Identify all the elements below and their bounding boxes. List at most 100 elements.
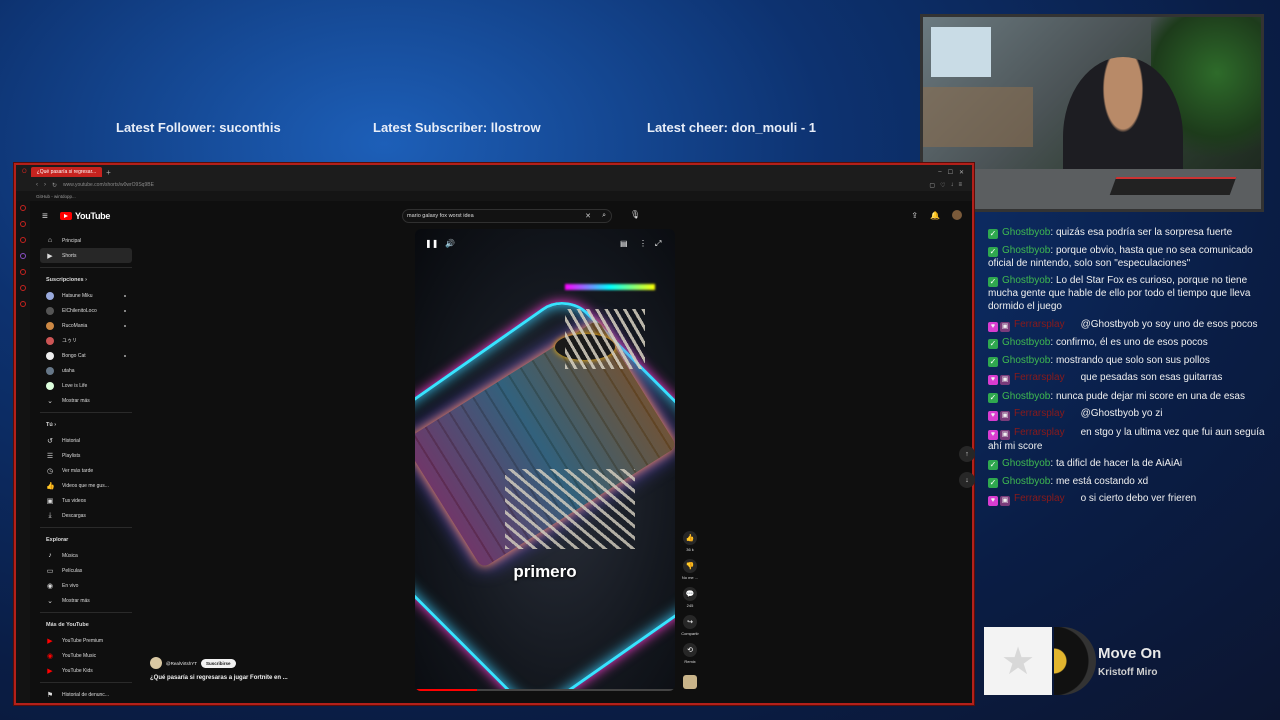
rail-icon[interactable] bbox=[20, 285, 26, 291]
sidebar-item-historial[interactable]: ↺ Historial bbox=[40, 433, 132, 448]
comments-button[interactable]: 💬 bbox=[683, 587, 697, 601]
extension-icon[interactable]: ▢ bbox=[929, 182, 935, 189]
forward-icon[interactable]: › bbox=[44, 182, 46, 188]
sidebar-item-principal[interactable]: ⌂ Principal bbox=[40, 233, 132, 248]
captions-icon[interactable]: ▤ bbox=[620, 239, 628, 248]
volume-icon[interactable]: 🔊 bbox=[445, 239, 455, 248]
chat-username[interactable]: Ghostbyob bbox=[1002, 245, 1050, 256]
sidebar-item-liked[interactable]: 👍 Videos que me gus... bbox=[40, 478, 132, 493]
chat-username[interactable]: Ferrarsplay bbox=[1014, 408, 1065, 419]
sidebar-channel[interactable]: ユゥリ bbox=[40, 333, 132, 348]
search-icon[interactable]: ⌕ bbox=[602, 212, 606, 220]
chat-text: confirmo, él es uno de esos pocos bbox=[1055, 337, 1208, 348]
rail-icon[interactable] bbox=[20, 205, 26, 211]
short-video-player[interactable]: ❚❚ 🔊 ▤ ⋮ ⤢ primero bbox=[415, 229, 675, 691]
chat-username[interactable]: Ferrarsplay bbox=[1014, 427, 1065, 438]
sidebar-channel[interactable]: Hatsune Miku bbox=[40, 288, 132, 303]
sidebar-item-yt-music[interactable]: ◉ YouTube Music bbox=[40, 648, 132, 663]
channel-name[interactable]: @RealVirtshYT bbox=[166, 661, 197, 666]
rail-icon[interactable] bbox=[20, 237, 26, 243]
opera-icon[interactable]: O bbox=[22, 169, 27, 175]
chat-message: ✓ Ghostbyob: ta dificl de hacer la de AiA… bbox=[988, 458, 1183, 470]
chat-text: o si cierto debo ver frieren bbox=[1080, 493, 1197, 504]
chat-text: quizás esa podría ser la sorpresa fuerte bbox=[1055, 227, 1233, 238]
bookmark-item[interactable]: GitHub - wintdopp... bbox=[36, 194, 76, 199]
subscribe-button[interactable]: Suscribirse bbox=[201, 658, 236, 668]
menu-icon[interactable]: ≡ bbox=[958, 182, 962, 189]
sidebar-item-live[interactable]: ◉ En vivo bbox=[40, 578, 132, 593]
like-button[interactable]: 👍 bbox=[683, 531, 697, 545]
avatar[interactable] bbox=[952, 210, 962, 220]
sidebar-channel[interactable]: ElChilenitoLoco bbox=[40, 303, 132, 318]
pause-icon[interactable]: ❚❚ bbox=[425, 239, 438, 248]
chat-username[interactable]: Ghostbyob bbox=[1002, 391, 1050, 402]
reload-icon[interactable]: ↻ bbox=[52, 182, 57, 189]
search-input[interactable]: mario galaxy fox worst idea ✕ ⌕ bbox=[402, 209, 612, 223]
url-field[interactable]: www.youtube.com/shorts/w0wrO9Sq9BE bbox=[63, 182, 154, 188]
you-heading[interactable]: Tú › bbox=[40, 417, 132, 433]
new-tab-button[interactable]: + bbox=[106, 168, 111, 177]
chevron-down-icon: ⌄ bbox=[47, 397, 53, 405]
sidebar-item-premium[interactable]: ▶ YouTube Premium bbox=[40, 633, 132, 648]
vinyl-icon bbox=[1054, 627, 1096, 695]
chat-username[interactable]: Ghostbyob bbox=[1002, 337, 1050, 348]
download-icon[interactable]: ↓ bbox=[950, 182, 953, 189]
next-short-button[interactable]: ↓ bbox=[959, 472, 975, 488]
sidebar-item-downloads[interactable]: ⤓ Descargas bbox=[40, 508, 132, 523]
sidebar-item-your-videos[interactable]: ▣ Tus videos bbox=[40, 493, 132, 508]
moderator-badge-icon: ✓ bbox=[988, 246, 998, 257]
back-icon[interactable]: ‹ bbox=[36, 182, 38, 188]
rail-icon[interactable] bbox=[20, 269, 26, 275]
clear-search-icon[interactable]: ✕ bbox=[585, 212, 591, 220]
chat-username[interactable]: Ghostbyob bbox=[1002, 227, 1050, 238]
mic-icon[interactable]: 🎙 bbox=[630, 210, 640, 219]
chat-text: mostrando que solo son sus pollos bbox=[1055, 354, 1210, 366]
rail-icon[interactable] bbox=[20, 253, 26, 259]
previous-short-button[interactable]: ↑ bbox=[959, 446, 975, 462]
chat-username[interactable]: Ghostbyob bbox=[1002, 476, 1050, 487]
heart-icon[interactable]: ♡ bbox=[940, 182, 945, 189]
youtube-logo[interactable]: YouTube bbox=[60, 211, 110, 221]
share-button[interactable]: ↪ bbox=[683, 615, 697, 629]
latest-cheer: Latest cheer: don_mouli - 1 bbox=[647, 120, 817, 135]
tab-active[interactable]: ¿Qué pasaría si regresar... bbox=[30, 167, 103, 177]
dislike-button[interactable]: 👎 bbox=[683, 559, 697, 573]
sidebar-item-movies[interactable]: ▭ Películas bbox=[40, 563, 132, 578]
sound-thumbnail[interactable] bbox=[683, 675, 697, 689]
rail-icon[interactable] bbox=[20, 221, 26, 227]
minimize-icon[interactable]: – bbox=[938, 169, 941, 176]
chat-message: ♥ ▣ Ferrarsplay que pesadas son esas guitar… bbox=[988, 371, 1270, 385]
sidebar-item-shorts[interactable]: ▶ Shorts bbox=[40, 248, 132, 263]
hamburger-icon[interactable]: ≡ bbox=[42, 211, 56, 222]
chat-username[interactable]: Ferrarsplay bbox=[1014, 372, 1065, 383]
show-more-explore[interactable]: ⌄ Mostrar más bbox=[40, 593, 132, 608]
sidebar-item-playlists[interactable]: ☰ Playlists bbox=[40, 448, 132, 463]
bell-icon[interactable]: 🔔 bbox=[930, 211, 940, 220]
remix-button[interactable]: ⟲ bbox=[683, 643, 697, 657]
sidebar-item-music[interactable]: ♪ Música bbox=[40, 548, 132, 563]
progress-bar[interactable] bbox=[415, 689, 675, 691]
sidebar-channel[interactable]: Love is Life bbox=[40, 378, 132, 393]
chat-text: que pesadas son esas guitarras bbox=[1080, 372, 1223, 383]
sidebar-channel[interactable]: RucoMania bbox=[40, 318, 132, 333]
sidebar-item-report-history[interactable]: ⚑ Historial de denunc... bbox=[40, 687, 132, 702]
upload-icon[interactable]: ⇪ bbox=[911, 211, 918, 220]
short-title[interactable]: ¿Qué pasaría si regresaras a jugar Fortn… bbox=[150, 675, 288, 681]
sidebar-channel[interactable]: Bongo Cat bbox=[40, 348, 132, 363]
sidebar-item-yt-kids[interactable]: ▶ YouTube Kids bbox=[40, 663, 132, 678]
channel-avatar[interactable] bbox=[150, 657, 162, 669]
sidebar-channel[interactable]: utaha bbox=[40, 363, 132, 378]
chat-username[interactable]: Ghostbyob bbox=[1002, 275, 1050, 286]
fullscreen-icon[interactable]: ⤢ bbox=[655, 239, 661, 249]
maximize-icon[interactable]: ☐ bbox=[948, 169, 953, 176]
chat-username[interactable]: Ghostbyob bbox=[1002, 458, 1050, 469]
more-options-icon[interactable]: ⋮ bbox=[639, 239, 647, 248]
chat-username[interactable]: Ferrarsplay bbox=[1014, 319, 1065, 330]
rail-icon[interactable] bbox=[20, 301, 26, 307]
show-more-subscriptions[interactable]: ⌄ Mostrar más bbox=[40, 393, 132, 408]
subscriptions-heading[interactable]: Suscripciones › bbox=[40, 272, 132, 288]
sidebar-item-watch-later[interactable]: ◷ Ver más tarde bbox=[40, 463, 132, 478]
chat-username[interactable]: Ferrarsplay bbox=[1014, 493, 1065, 504]
chat-username[interactable]: Ghostbyob bbox=[1002, 355, 1050, 366]
close-icon[interactable]: ✕ bbox=[959, 169, 964, 176]
